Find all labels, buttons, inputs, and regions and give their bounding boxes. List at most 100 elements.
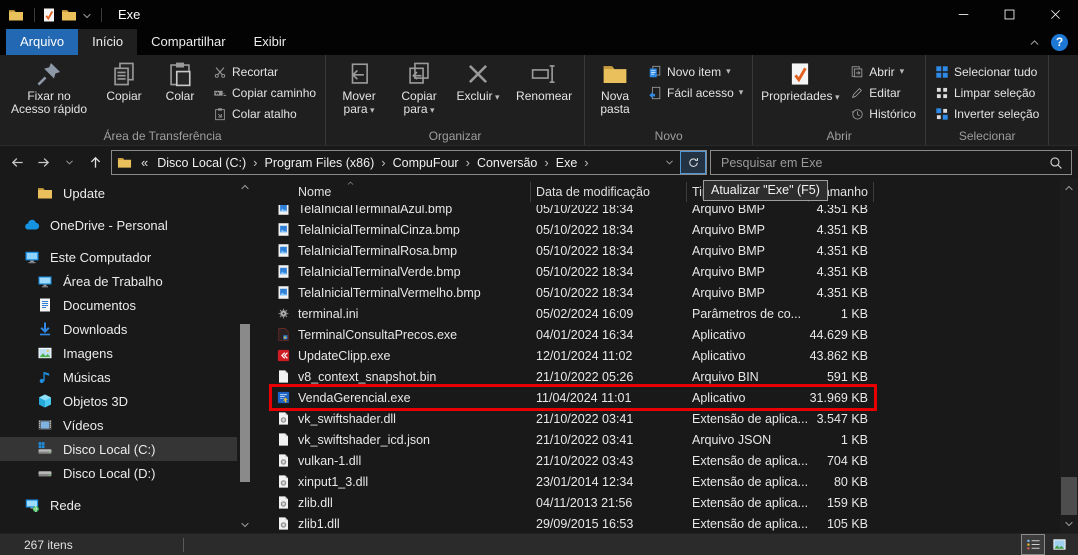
scroll-up-icon[interactable] xyxy=(1063,182,1075,194)
qat-dropdown-icon[interactable] xyxy=(81,10,93,22)
ribbon-button-selecionar-tudo[interactable]: Selecionar tudo xyxy=(931,61,1043,82)
ribbon-button-propriedades[interactable]: Propriedades ▾ xyxy=(756,57,844,104)
sidebar-item-musicas[interactable]: Músicas xyxy=(0,365,237,389)
sidebar-items: Update OneDrive - Personal Este Computador… xyxy=(0,181,255,517)
file-row-telainicialterminalazul-bmp[interactable]: TelaInicialTerminalAzul.bmp05/10/2022 18… xyxy=(255,205,1056,219)
sidebar-item-disco-local-d[interactable]: Disco Local (D:) xyxy=(0,461,237,485)
collapse-ribbon-icon[interactable] xyxy=(1028,36,1041,49)
forward-button[interactable] xyxy=(30,150,56,176)
ribbon-button-abrir[interactable]: Abrir▾ xyxy=(846,61,920,82)
ribbon-button-copiar[interactable]: Copiar xyxy=(95,57,153,103)
thumbnail-view-button[interactable] xyxy=(1048,535,1070,554)
ribbon-button-editar[interactable]: Editar xyxy=(846,82,920,103)
qat-folder-icon[interactable] xyxy=(61,7,77,23)
column-separator[interactable] xyxy=(873,182,874,202)
back-button[interactable] xyxy=(4,150,30,176)
ribbon-button-limpar-selecao[interactable]: Limpar seleção xyxy=(931,82,1043,103)
up-button[interactable] xyxy=(82,150,108,176)
thumbnail-view-icon xyxy=(1052,537,1067,552)
file-row-vulkan-1-dll[interactable]: vulkan-1.dll21/10/2022 03:43Extensão de … xyxy=(255,450,1056,471)
file-row-zlib1-dll[interactable]: zlib1.dll29/09/2015 16:53Extensão de apl… xyxy=(255,513,1056,533)
column-header-data-de-modificacao[interactable]: Data de modificação xyxy=(536,185,650,199)
file-name-cell: TelaInicialTerminalAzul.bmp xyxy=(298,205,530,219)
file-row-telainicialterminalcinza-bmp[interactable]: TelaInicialTerminalCinza.bmp05/10/2022 1… xyxy=(255,219,1056,240)
file-row-telainicialterminalrosa-bmp[interactable]: TelaInicialTerminalRosa.bmp05/10/2022 18… xyxy=(255,240,1056,261)
ribbon-button-novo-item[interactable]: Novo item▾ xyxy=(644,61,747,82)
search-input[interactable] xyxy=(719,155,1043,171)
sidebar-scrollbar[interactable] xyxy=(238,181,252,531)
new-folder-icon xyxy=(602,61,628,87)
ribbon-button-inverter-selecao[interactable]: Inverter seleção xyxy=(931,103,1043,124)
breadcrumb-item-exe[interactable]: Exe xyxy=(551,156,583,170)
ribbon-button-copiar-caminho[interactable]: Copiar caminho xyxy=(209,82,320,103)
breadcrumb-separator-icon[interactable]: › xyxy=(379,155,387,170)
breadcrumb-separator-icon[interactable]: › xyxy=(542,155,550,170)
sidebar-item-onedrive-personal[interactable]: OneDrive - Personal xyxy=(0,213,237,237)
column-separator[interactable] xyxy=(530,182,531,202)
file-list-scrollbar[interactable] xyxy=(1060,179,1078,533)
recent-locations-button[interactable] xyxy=(56,150,82,176)
help-icon[interactable]: ? xyxy=(1051,34,1068,51)
column-separator[interactable] xyxy=(686,182,687,202)
file-row-vk-swiftshader-icd-json[interactable]: vk_swiftshader_icd.json21/10/2022 03:41A… xyxy=(255,429,1056,450)
ribbon-button-fixar-no-acesso-rapido[interactable]: Fixar no Acesso rápido xyxy=(3,57,95,116)
sidebar-item-disco-local-c[interactable]: Disco Local (C:) xyxy=(0,437,237,461)
file-row-terminalconsultaprecos-exe[interactable]: TerminalConsultaPrecos.exe04/01/2024 16:… xyxy=(255,324,1056,345)
address-dropdown-button[interactable] xyxy=(658,151,680,174)
sidebar-item-este-computador[interactable]: Este Computador xyxy=(0,245,237,269)
sidebar-item-imagens[interactable]: Imagens xyxy=(0,341,237,365)
file-row-telainicialterminalverde-bmp[interactable]: TelaInicialTerminalVerde.bmp05/10/2022 1… xyxy=(255,261,1056,282)
file-row-zlib-dll[interactable]: zlib.dll04/11/2013 21:56Extensão de apli… xyxy=(255,492,1056,513)
ribbon-button-copiar-para[interactable]: Copiar para ▾ xyxy=(389,57,449,117)
ribbon-button-mover-para[interactable]: Mover para ▾ xyxy=(329,57,389,117)
breadcrumb-item-compufour[interactable]: CompuFour xyxy=(388,156,464,170)
search-icon[interactable] xyxy=(1049,156,1063,170)
tab-inicio[interactable]: Início xyxy=(78,29,137,55)
ribbon-button-nova-pasta[interactable]: Nova pasta xyxy=(588,57,642,116)
scroll-up-icon[interactable] xyxy=(239,181,251,193)
ribbon-button-colar[interactable]: Colar xyxy=(153,57,207,103)
sidebar-item-documentos[interactable]: Documentos xyxy=(0,293,237,317)
file-row-updateclipp-exe[interactable]: UpdateClipp.exe12/01/2024 11:02Aplicativ… xyxy=(255,345,1056,366)
file-scroll-thumb[interactable] xyxy=(1061,477,1077,515)
breadcrumb-item-conversao[interactable]: Conversão xyxy=(472,156,542,170)
breadcrumb-item-disco-local-c[interactable]: Disco Local (C:) xyxy=(152,156,251,170)
refresh-button[interactable] xyxy=(680,151,706,174)
close-button[interactable] xyxy=(1032,0,1078,29)
breadcrumb-separator-icon[interactable]: › xyxy=(582,155,590,170)
ribbon-button-facil-acesso[interactable]: Fácil acesso▾ xyxy=(644,82,747,103)
breadcrumb-overflow[interactable]: « xyxy=(141,155,148,170)
sidebar-item-area-de-trabalho[interactable]: Área de Trabalho xyxy=(0,269,237,293)
breadcrumb-separator-icon[interactable]: › xyxy=(464,155,472,170)
ribbon-button-colar-atalho[interactable]: Colar atalho xyxy=(209,103,320,124)
ribbon-button-recortar[interactable]: Recortar xyxy=(209,61,320,82)
sidebar-item-objetos-3d[interactable]: Objetos 3D xyxy=(0,389,237,413)
qat-properties-icon[interactable] xyxy=(41,7,57,23)
sidebar-scroll-thumb[interactable] xyxy=(240,324,250,482)
file-row-v8-context-snapshot-bin[interactable]: v8_context_snapshot.bin21/10/2022 05:26A… xyxy=(255,366,1056,387)
sidebar-item-rede[interactable]: Rede xyxy=(0,493,237,517)
breadcrumb-separator-icon[interactable]: › xyxy=(251,155,259,170)
sidebar-item-update[interactable]: Update xyxy=(0,181,237,205)
file-row-vendagerencial-exe[interactable]: VendaGerencial.exe11/04/2024 11:01Aplica… xyxy=(255,387,1056,408)
tab-exibir[interactable]: Exibir xyxy=(240,29,301,55)
scroll-down-icon[interactable] xyxy=(1063,518,1075,530)
file-row-xinput1-3-dll[interactable]: xinput1_3.dll23/01/2014 12:34Extensão de… xyxy=(255,471,1056,492)
column-header-nome[interactable]: Nome xyxy=(298,185,331,199)
sidebar-item-downloads[interactable]: Downloads xyxy=(0,317,237,341)
tab-compartilhar[interactable]: Compartilhar xyxy=(137,29,239,55)
minimize-button[interactable] xyxy=(940,0,986,29)
ribbon-button-excluir[interactable]: Excluir ▾ xyxy=(449,57,507,104)
file-row-telainicialterminalvermelho-bmp[interactable]: TelaInicialTerminalVermelho.bmp05/10/202… xyxy=(255,282,1056,303)
maximize-button[interactable] xyxy=(986,0,1032,29)
breadcrumb-item-program-files-x86[interactable]: Program Files (x86) xyxy=(260,156,380,170)
file-row-terminal-ini[interactable]: terminal.ini05/02/2024 16:09Parâmetros d… xyxy=(255,303,1056,324)
sidebar-item-videos[interactable]: Vídeos xyxy=(0,413,237,437)
ribbon-button-renomear[interactable]: Renomear xyxy=(507,57,581,103)
scroll-down-icon[interactable] xyxy=(239,519,251,531)
file-row-vk-swiftshader-dll[interactable]: vk_swiftshader.dll21/10/2022 03:41Extens… xyxy=(255,408,1056,429)
ribbon-button-historico[interactable]: Histórico xyxy=(846,103,920,124)
tab-arquivo[interactable]: Arquivo xyxy=(6,29,78,55)
address-box[interactable]: « Disco Local (C:)›Program Files (x86)›C… xyxy=(111,150,707,175)
details-view-button[interactable] xyxy=(1022,535,1044,554)
